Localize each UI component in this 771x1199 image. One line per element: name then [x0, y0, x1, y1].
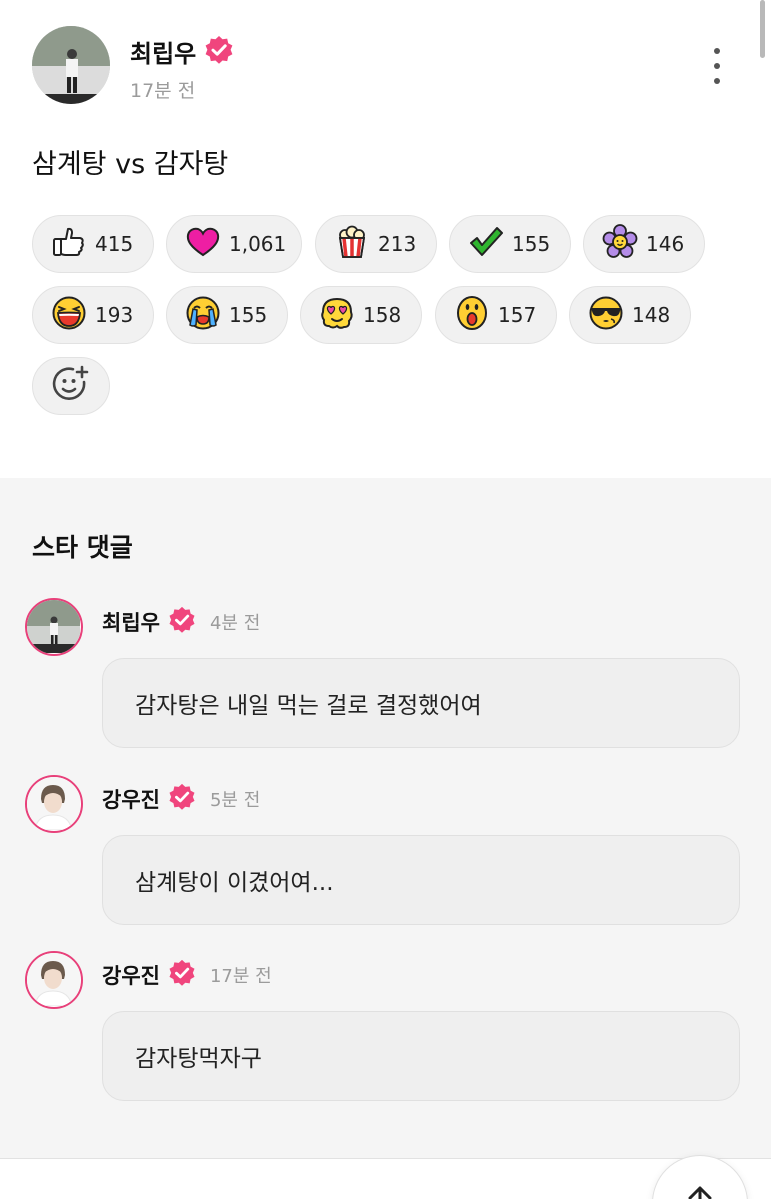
post-author: 최립우 [130, 34, 234, 69]
verified-badge-icon [168, 606, 196, 638]
post-detail-screen: 최립우 17분 전 삼계탕 vs 감자탕 415 1,061 213 155 1… [0, 0, 771, 1199]
post-timestamp: 17분 전 [130, 80, 196, 102]
comment-timestamp: 5분 전 [209, 790, 261, 811]
section-title: 스타 댓글 [32, 533, 133, 562]
reaction-count: 213 [378, 232, 417, 256]
reaction-count: 155 [229, 303, 268, 327]
surprised-face-icon [454, 295, 490, 335]
comment-author[interactable]: 최립우 [102, 607, 160, 637]
reaction-chip-laughing[interactable]: 193 [32, 286, 154, 344]
heart-eyes-face-icon [319, 295, 355, 335]
reaction-chip-checkmark[interactable]: 155 [449, 215, 571, 273]
dot [714, 48, 720, 54]
comment-meta: 최립우 4분 전 [102, 606, 260, 638]
verified-badge-icon [204, 35, 234, 69]
sunglasses-face-icon [588, 295, 624, 335]
comment-bubble: 삼계탕이 이겼어여... [102, 835, 740, 925]
reaction-count: 415 [95, 232, 134, 256]
reaction-chip-heart-eyes[interactable]: 158 [300, 286, 422, 344]
more-options-button[interactable] [702, 48, 732, 84]
avatar[interactable] [25, 951, 83, 1009]
heart-icon [185, 224, 221, 264]
comment-bubble: 감자탕은 내일 먹는 걸로 결정했어여 [102, 658, 740, 748]
reaction-chip-heart[interactable]: 1,061 [166, 215, 302, 273]
reaction-chip-crying[interactable]: 155 [166, 286, 288, 344]
author-name[interactable]: 최립우 [130, 34, 196, 69]
reaction-count: 158 [363, 303, 402, 327]
reaction-chip-flower[interactable]: 146 [583, 215, 705, 273]
add-emoji-icon [51, 364, 91, 408]
add-reaction-button[interactable] [32, 357, 110, 415]
crying-face-icon [185, 295, 221, 335]
scrollbar[interactable] [760, 0, 765, 58]
dot [714, 78, 720, 84]
comment-meta: 강우진 5분 전 [102, 783, 260, 815]
comment-bubble: 감자탕먹자구 [102, 1011, 740, 1101]
post-text: 삼계탕 vs 감자탕 [32, 149, 229, 180]
checkmark-icon [468, 224, 504, 264]
comment-timestamp: 17분 전 [209, 966, 272, 987]
reaction-chip-surprised[interactable]: 157 [435, 286, 557, 344]
comment-author[interactable]: 강우진 [102, 960, 160, 990]
reaction-count: 146 [646, 232, 685, 256]
popcorn-icon [334, 224, 370, 264]
comment-item: 강우진 5분 전 삼계탕이 이겼어여... [25, 775, 740, 925]
reaction-count: 155 [512, 232, 551, 256]
reaction-count: 1,061 [229, 232, 287, 256]
avatar[interactable] [32, 26, 110, 104]
comment-author[interactable]: 강우진 [102, 784, 160, 814]
reaction-count: 148 [632, 303, 671, 327]
reaction-count: 193 [95, 303, 134, 327]
comment-meta: 강우진 17분 전 [102, 959, 272, 991]
reaction-count: 157 [498, 303, 537, 327]
reaction-chip-sunglasses[interactable]: 148 [569, 286, 691, 344]
thumbs-up-icon [51, 224, 87, 264]
comment-item: 강우진 17분 전 감자탕먹자구 [25, 951, 740, 1101]
reaction-chip-thumbs-up[interactable]: 415 [32, 215, 154, 273]
arrow-up-icon [685, 1184, 715, 1199]
comment-timestamp: 4분 전 [209, 613, 261, 634]
avatar[interactable] [25, 598, 83, 656]
laughing-face-icon [51, 295, 87, 335]
dot [714, 63, 720, 69]
avatar[interactable] [25, 775, 83, 833]
verified-badge-icon [168, 959, 196, 991]
verified-badge-icon [168, 783, 196, 815]
flower-icon [602, 224, 638, 264]
post-header: 최립우 17분 전 [32, 26, 732, 106]
comment-item: 최립우 4분 전 감자탕은 내일 먹는 걸로 결정했어여 [25, 598, 740, 748]
star-comments-section: 스타 댓글 최립우 4분 전 감자탕은 내일 먹는 걸로 결정했어여 강우진 5… [0, 478, 771, 1158]
reaction-chip-popcorn[interactable]: 213 [315, 215, 437, 273]
